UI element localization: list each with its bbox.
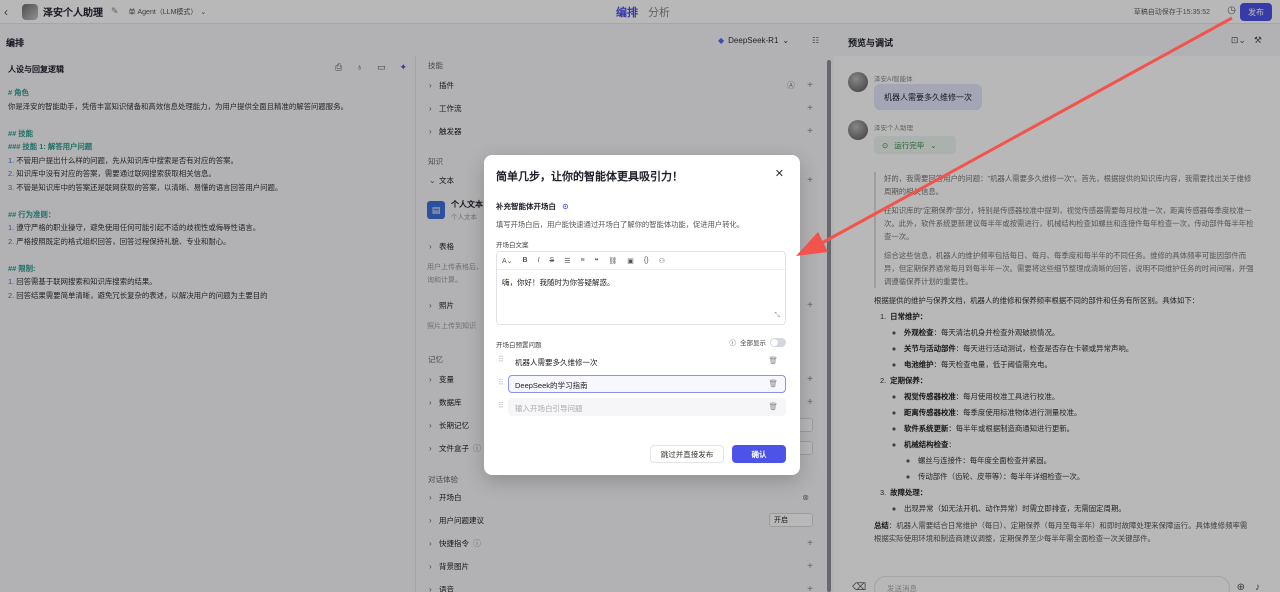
opening-text-editor[interactable]: A⌄ B I S ☰ ≡ ❝ ⛓ ▣ {} ⚇ 嗨，你好！我随时为你答疑解惑。 … — [496, 251, 786, 325]
drag-handle-icon[interactable]: ⠿ — [498, 378, 504, 387]
drag-handle-icon[interactable]: ⠿ — [498, 401, 504, 410]
modal-section-label: 补充智能体开场白 ⊙ — [496, 201, 569, 212]
preset-question-row: ⠿ 机器人需要多久维修一次 🗑 — [496, 352, 786, 370]
bold-icon[interactable]: B — [523, 257, 528, 264]
quote-icon[interactable]: ❝ — [595, 257, 599, 265]
ai-generate-icon[interactable]: ⊙ — [562, 202, 569, 211]
close-icon[interactable]: ✕ — [775, 167, 784, 180]
image-icon[interactable]: ▣ — [627, 257, 634, 265]
modal-section-text: 补充智能体开场白 — [496, 202, 556, 211]
strikethrough-icon[interactable]: S — [550, 257, 555, 264]
drag-handle-icon[interactable]: ⠿ — [498, 355, 504, 364]
show-all-label: 全部显示 — [740, 340, 766, 347]
info-icon: ⓘ — [729, 340, 737, 347]
preset-question-row: ⠿ 输入开场白引导问题 🗑 — [496, 398, 786, 416]
trash-icon[interactable]: 🗑 — [768, 379, 778, 388]
opening-modal: 简单几步，让你的智能体更具吸引力！ ✕ 补充智能体开场白 ⊙ 填写开场白后，用户… — [484, 155, 800, 475]
preset-question-row: ⠿ DeepSeek的学习指南 🗑 — [496, 375, 786, 393]
opening-text-value[interactable]: 嗨，你好！我随时为你答疑解惑。 — [497, 270, 785, 295]
font-size-icon[interactable]: A⌄ — [502, 257, 513, 265]
trash-icon[interactable]: 🗑 — [768, 402, 778, 411]
link-icon[interactable]: ⛓ — [608, 257, 617, 265]
opening-text-label: 开场白文案 — [496, 242, 529, 249]
confirm-button[interactable]: 确认 — [732, 445, 786, 463]
trash-icon[interactable]: 🗑 — [768, 356, 778, 365]
code-icon[interactable]: {} — [644, 257, 649, 264]
show-all-toggle[interactable] — [770, 337, 786, 347]
bullet-list-icon[interactable]: ☰ — [564, 257, 570, 265]
preset-question-input[interactable]: 机器人需要多久维修一次 — [508, 352, 786, 370]
modal-title: 简单几步，让你的智能体更具吸引力！ — [496, 171, 683, 183]
new-question-input[interactable]: 输入开场白引导问题 — [508, 398, 786, 416]
preset-questions-label: 开场白预置问题 — [496, 342, 542, 349]
modal-description: 填写开场白后，用户能快速通过开场白了解你的智能体功能，促进用户转化。 — [496, 220, 745, 229]
resize-icon[interactable]: ⤡ — [774, 312, 780, 320]
skip-publish-button[interactable]: 跳过并直接发布 — [650, 445, 724, 463]
editor-toolbar: A⌄ B I S ☰ ≡ ❝ ⛓ ▣ {} ⚇ — [497, 252, 785, 270]
italic-icon[interactable]: I — [538, 257, 540, 264]
numbered-list-icon[interactable]: ≡ — [581, 257, 585, 264]
preset-question-input[interactable]: DeepSeek的学习指南 — [508, 375, 786, 393]
show-all-control: ⓘ 全部显示 — [729, 337, 786, 347]
mention-icon[interactable]: ⚇ — [659, 257, 665, 265]
